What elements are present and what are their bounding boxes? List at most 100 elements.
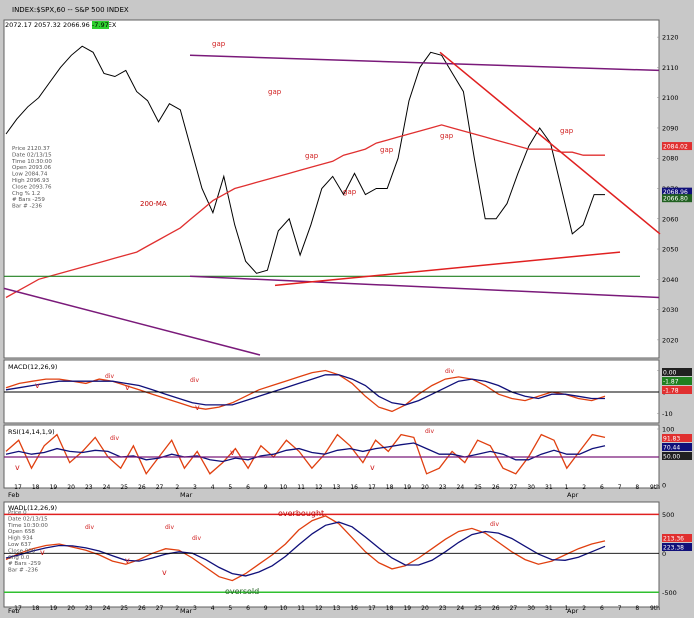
quote-change: -7.97	[91, 21, 109, 29]
v-label: v	[195, 403, 200, 412]
x-tick-label-mid: 18	[386, 484, 394, 491]
x-tick-label-mid: 26	[138, 484, 146, 491]
x-tick-label-mid: 6	[246, 484, 250, 491]
v-label: v	[125, 556, 130, 565]
x-tick-label-mid: 30	[527, 484, 535, 491]
x-tick-label-mid: 23	[85, 484, 93, 491]
price-box-row: Chg % 1.2	[12, 191, 40, 197]
x-month-label: Apr	[567, 491, 579, 499]
wadl-box-row: # Bars -259	[8, 561, 41, 567]
quote-close: 2066.96	[62, 21, 90, 29]
x-tick-label-mid: 23	[439, 484, 447, 491]
quote-bar: 2072.17 2057.32 2066.96 -7.97	[5, 21, 109, 29]
panel-title: MACD(12,26,9)	[8, 363, 57, 371]
x-tick-label-bot: 3	[193, 605, 197, 612]
x-tick-label-bot: 23	[85, 605, 93, 612]
y-tick-label: 2050	[662, 246, 679, 254]
x-tick-label-mid: 20	[67, 484, 75, 491]
x-tick-label-mid: 25	[120, 484, 128, 491]
wadl-box-row: Chg 0.0	[8, 555, 30, 561]
v-label: v	[40, 548, 45, 557]
x-tick-label-mid: 24	[457, 484, 465, 491]
overbought-label: overbought	[278, 509, 324, 518]
y-tick-label: 2060	[662, 215, 679, 223]
wadl-panel[interactable]	[3, 501, 660, 608]
div-label: div	[110, 435, 119, 442]
x-tick-label-bot: 4	[211, 605, 215, 612]
chart-window: 2020203020402050206020702080209021002110…	[0, 0, 694, 615]
gap-label: gap	[268, 88, 282, 96]
y-tick-label: 100	[662, 426, 674, 434]
v-label: v	[15, 463, 20, 472]
x-tick-label-mid: 2	[175, 484, 179, 491]
value-tag-label: 70.44	[663, 445, 680, 452]
price-box-row: Low 2084.74	[12, 172, 48, 178]
x-tick-label-mid: 8	[635, 484, 639, 491]
x-tick-label-bot: 18	[32, 605, 40, 612]
value-tag-label: 0.00	[663, 370, 677, 377]
x-tick-label-bot: 24	[103, 605, 111, 612]
price-box-row: Bar # -236	[12, 204, 42, 210]
price-box-row: Price 2120.37	[12, 146, 50, 152]
x-tick-label-bot: 13	[333, 605, 341, 612]
y-tick-label: 2110	[662, 64, 679, 72]
v-label: v	[230, 448, 235, 457]
x-tick-label-bot: 16	[350, 605, 358, 612]
y-tick-label: 2020	[662, 336, 679, 344]
x-tick-label-bot: 10	[280, 605, 288, 612]
value-tag-label: 223.38	[663, 545, 684, 552]
x-tick-label-bot: 6	[246, 605, 250, 612]
x-tick-label-bot: 2	[175, 605, 179, 612]
y-tick-label: 2090	[662, 124, 679, 132]
gap-label: gap	[212, 40, 226, 48]
value-tag-label: -1.78	[663, 388, 679, 395]
x-tick-label-mid: 5	[228, 484, 232, 491]
price-box-row: Close 2093.76	[12, 184, 52, 190]
panel-title: RSI(14,14,1,9)	[8, 428, 55, 436]
x-tick-label-mid: 20	[421, 484, 429, 491]
x-tick-label-bot: 27	[156, 605, 164, 612]
x-tick-label-bot: 12	[315, 605, 323, 612]
x-tick-label-bot: 23	[439, 605, 447, 612]
gap-label: gap	[343, 188, 357, 196]
v-label: v	[162, 568, 167, 577]
wadl-box-row: Low 637	[8, 542, 32, 548]
v-label: v	[35, 381, 40, 390]
wadl-box-row: Time 10:30:00	[7, 523, 48, 529]
x-tick-label-mid: 27	[510, 484, 518, 491]
y-tick-label: 2080	[662, 155, 679, 163]
div-label: div	[190, 377, 199, 384]
chart-title: INDEX:$SPX,60 -- S&P 500 INDEX	[12, 6, 129, 14]
price-box-row: Time 10:30:00	[11, 159, 52, 165]
x-tick-label-bot: 30	[527, 605, 535, 612]
x-tick-label-mid: 10	[280, 484, 288, 491]
x-tick-label-mid: 12	[315, 484, 323, 491]
x-tick-label-mid: 17	[368, 484, 376, 491]
wadl-box-row: Price 0	[8, 510, 27, 516]
div-label: div	[85, 524, 94, 531]
price-box-row: High 2096.93	[12, 178, 50, 184]
x-tick-label-mid: 11	[297, 484, 305, 491]
value-tag-label: -1.87	[663, 379, 679, 386]
x-tick-label-bot: 31	[545, 605, 553, 612]
x-tick-label-mid: 17	[14, 484, 22, 491]
x-tick-label-bot: 7	[618, 605, 622, 612]
gap-label: gap	[380, 146, 394, 154]
x-tick-label-bot: 20	[67, 605, 75, 612]
x-tick-label-mid: 13	[333, 484, 341, 491]
value-tag-label: 91.83	[663, 436, 680, 443]
wadl-box-row: Bar # -236	[8, 568, 38, 574]
price-box-row: Date 02/13/15	[12, 152, 52, 158]
x-month-label: Feb	[8, 491, 20, 499]
x-tick-label-mid: 16	[350, 484, 358, 491]
chart-canvas: 2020203020402050206020702080209021002110…	[3, 19, 692, 615]
x-tick-label-bot: 18	[386, 605, 394, 612]
x-tick-label-bot: 26	[138, 605, 146, 612]
div-label: div	[192, 535, 201, 542]
x-tick-label-mid: 24	[103, 484, 111, 491]
div-label: div	[425, 428, 434, 435]
x-month-label: Mar	[180, 607, 193, 614]
x-tick-label-bot: 6	[600, 605, 604, 612]
gap-label: gap	[440, 132, 454, 140]
y-tick-label: 2120	[662, 34, 679, 42]
